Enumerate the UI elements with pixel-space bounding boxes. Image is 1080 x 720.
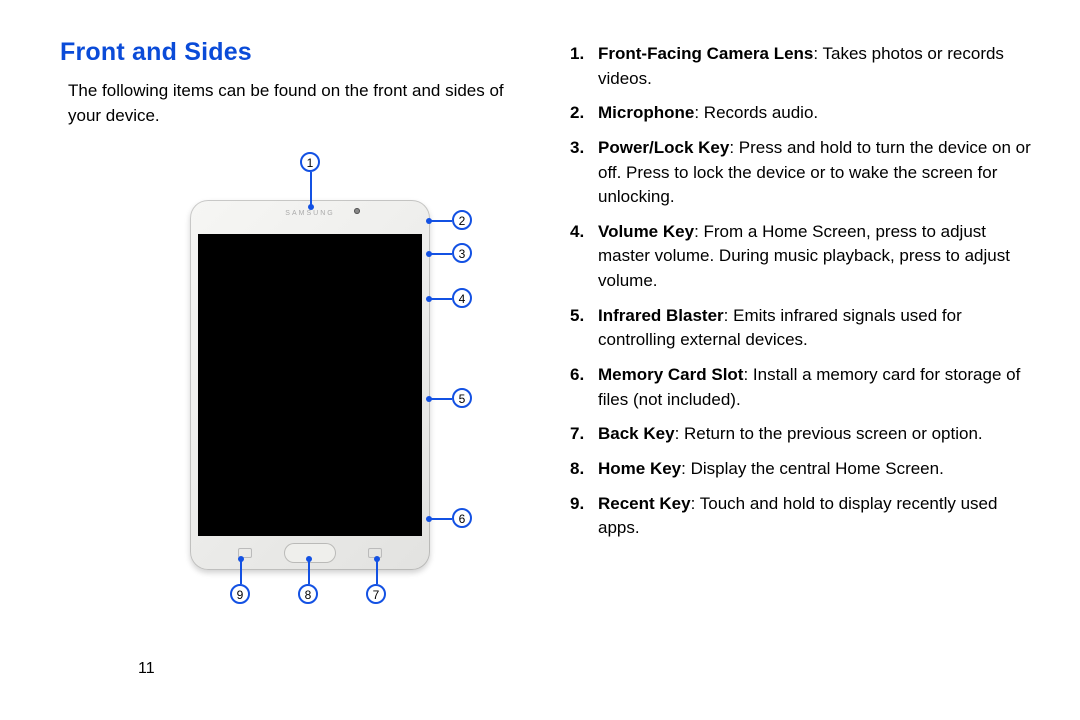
item-text: Home Key: Display the central Home Scree… xyxy=(598,457,944,482)
list-item: 4. Volume Key: From a Home Screen, press… xyxy=(570,220,1040,294)
item-number: 5. xyxy=(570,304,592,353)
list-item: 3. Power/Lock Key: Press and hold to tur… xyxy=(570,136,1040,210)
item-number: 7. xyxy=(570,422,592,447)
list-item: 9. Recent Key: Touch and hold to display… xyxy=(570,492,1040,541)
callout-5: 5 xyxy=(452,388,472,408)
page-number: 11 xyxy=(138,660,155,678)
device-diagram: SAMSUNG 1 2 3 4 5 xyxy=(100,140,470,640)
lead-dot-4 xyxy=(426,296,432,302)
lead-8 xyxy=(308,560,310,584)
item-text: Infrared Blaster: Emits infrared signals… xyxy=(598,304,1040,353)
front-camera-dot xyxy=(354,208,360,214)
item-number: 2. xyxy=(570,101,592,126)
lead-2 xyxy=(430,220,452,222)
item-text: Microphone: Records audio. xyxy=(598,101,818,126)
list-item: 5. Infrared Blaster: Emits infrared sign… xyxy=(570,304,1040,353)
callout-2: 2 xyxy=(452,210,472,230)
lead-dot-3 xyxy=(426,251,432,257)
lead-dot-6 xyxy=(426,516,432,522)
item-text: Recent Key: Touch and hold to display re… xyxy=(598,492,1040,541)
item-number: 3. xyxy=(570,136,592,210)
lead-4 xyxy=(430,298,452,300)
device-outline: SAMSUNG xyxy=(190,200,430,570)
lead-dot-2 xyxy=(426,218,432,224)
item-number: 9. xyxy=(570,492,592,541)
item-number: 6. xyxy=(570,363,592,412)
list-item: 1. Front-Facing Camera Lens: Takes photo… xyxy=(570,42,1040,91)
intro-text: The following items can be found on the … xyxy=(68,79,530,128)
section-heading: Front and Sides xyxy=(60,38,530,67)
item-text: Front-Facing Camera Lens: Takes photos o… xyxy=(598,42,1040,91)
manual-page: Front and Sides The following items can … xyxy=(0,0,1080,720)
item-text: Memory Card Slot: Install a memory card … xyxy=(598,363,1040,412)
lead-9 xyxy=(240,560,242,584)
lead-7 xyxy=(376,560,378,584)
list-item: 2. Microphone: Records audio. xyxy=(570,101,1040,126)
device-screen xyxy=(198,234,422,536)
callout-4: 4 xyxy=(452,288,472,308)
list-item: 8. Home Key: Display the central Home Sc… xyxy=(570,457,1040,482)
item-number: 8. xyxy=(570,457,592,482)
callout-3: 3 xyxy=(452,243,472,263)
list-item: 7. Back Key: Return to the previous scre… xyxy=(570,422,1040,447)
item-number: 1. xyxy=(570,42,592,91)
item-text: Back Key: Return to the previous screen … xyxy=(598,422,983,447)
right-column: 1. Front-Facing Camera Lens: Takes photo… xyxy=(570,38,1040,700)
callout-6: 6 xyxy=(452,508,472,528)
lead-1 xyxy=(310,172,312,206)
item-text: Volume Key: From a Home Screen, press to… xyxy=(598,220,1040,294)
callout-1: 1 xyxy=(300,152,320,172)
list-item: 6. Memory Card Slot: Install a memory ca… xyxy=(570,363,1040,412)
callout-7: 7 xyxy=(366,584,386,604)
item-number: 4. xyxy=(570,220,592,294)
callout-8: 8 xyxy=(298,584,318,604)
item-text: Power/Lock Key: Press and hold to turn t… xyxy=(598,136,1040,210)
lead-6 xyxy=(430,518,452,520)
lead-dot-5 xyxy=(426,396,432,402)
device-brand: SAMSUNG xyxy=(190,210,430,217)
lead-3 xyxy=(430,253,452,255)
callout-9: 9 xyxy=(230,584,250,604)
left-column: Front and Sides The following items can … xyxy=(60,38,530,700)
feature-list: 1. Front-Facing Camera Lens: Takes photo… xyxy=(570,42,1040,541)
lead-5 xyxy=(430,398,452,400)
